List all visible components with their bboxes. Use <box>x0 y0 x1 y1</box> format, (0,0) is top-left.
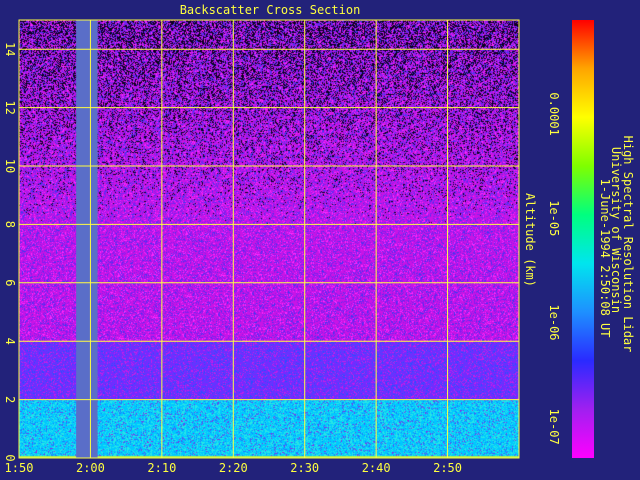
data-gap-band <box>76 20 98 458</box>
x-axis: 1:50 2:00 2:10 2:20 2:30 2:40 2:50 <box>5 461 462 475</box>
y-tick-label: 6 <box>3 279 17 286</box>
backscatter-chart: Backscatter Cross Section 1:50 2:00 2:10 2:… <box>3 3 635 475</box>
y-axis: 0 2 4 6 8 10 12 14 <box>3 42 17 462</box>
y-tick-label: 2 <box>3 396 17 403</box>
y-tick-label: 14 <box>3 42 17 56</box>
colorbar-labels: 0.0001 1e-05 1e-06 1e-07 <box>547 92 561 444</box>
colorbar-tick-label: 1e-06 <box>547 304 561 340</box>
colorbar-tick-label: 0.0001 <box>547 92 561 135</box>
x-tick-label: 2:30 <box>290 461 319 475</box>
y-tick-label: 4 <box>3 338 17 345</box>
annotation-line-3: 1-June-1994 2:50:08 UT <box>598 179 612 338</box>
x-tick-label: 2:40 <box>362 461 391 475</box>
y-tick-label: 12 <box>3 100 17 114</box>
colorbar-gradient <box>572 20 594 458</box>
x-tick-label: 2:50 <box>433 461 462 475</box>
x-tick-label: 1:50 <box>5 461 34 475</box>
colorbar-tick-label: 1e-05 <box>547 200 561 236</box>
y-tick-label: 10 <box>3 159 17 173</box>
plot-area <box>19 20 519 458</box>
y-tick-label: 0 <box>3 454 17 461</box>
x-tick-label: 2:00 <box>76 461 105 475</box>
instrument-annotation: University of Wisconsin High Spectral Re… <box>598 136 635 353</box>
colorbar <box>572 20 594 458</box>
y-axis-label: Altitude (km) <box>523 193 537 287</box>
colorbar-tick-label: 1e-07 <box>547 409 561 445</box>
y-tick-label: 8 <box>3 221 17 228</box>
annotation-line-2: High Spectral Resolution Lidar <box>621 136 635 353</box>
x-tick-label: 2:20 <box>219 461 248 475</box>
chart-title: Backscatter Cross Section <box>180 3 361 17</box>
x-tick-label: 2:10 <box>147 461 176 475</box>
